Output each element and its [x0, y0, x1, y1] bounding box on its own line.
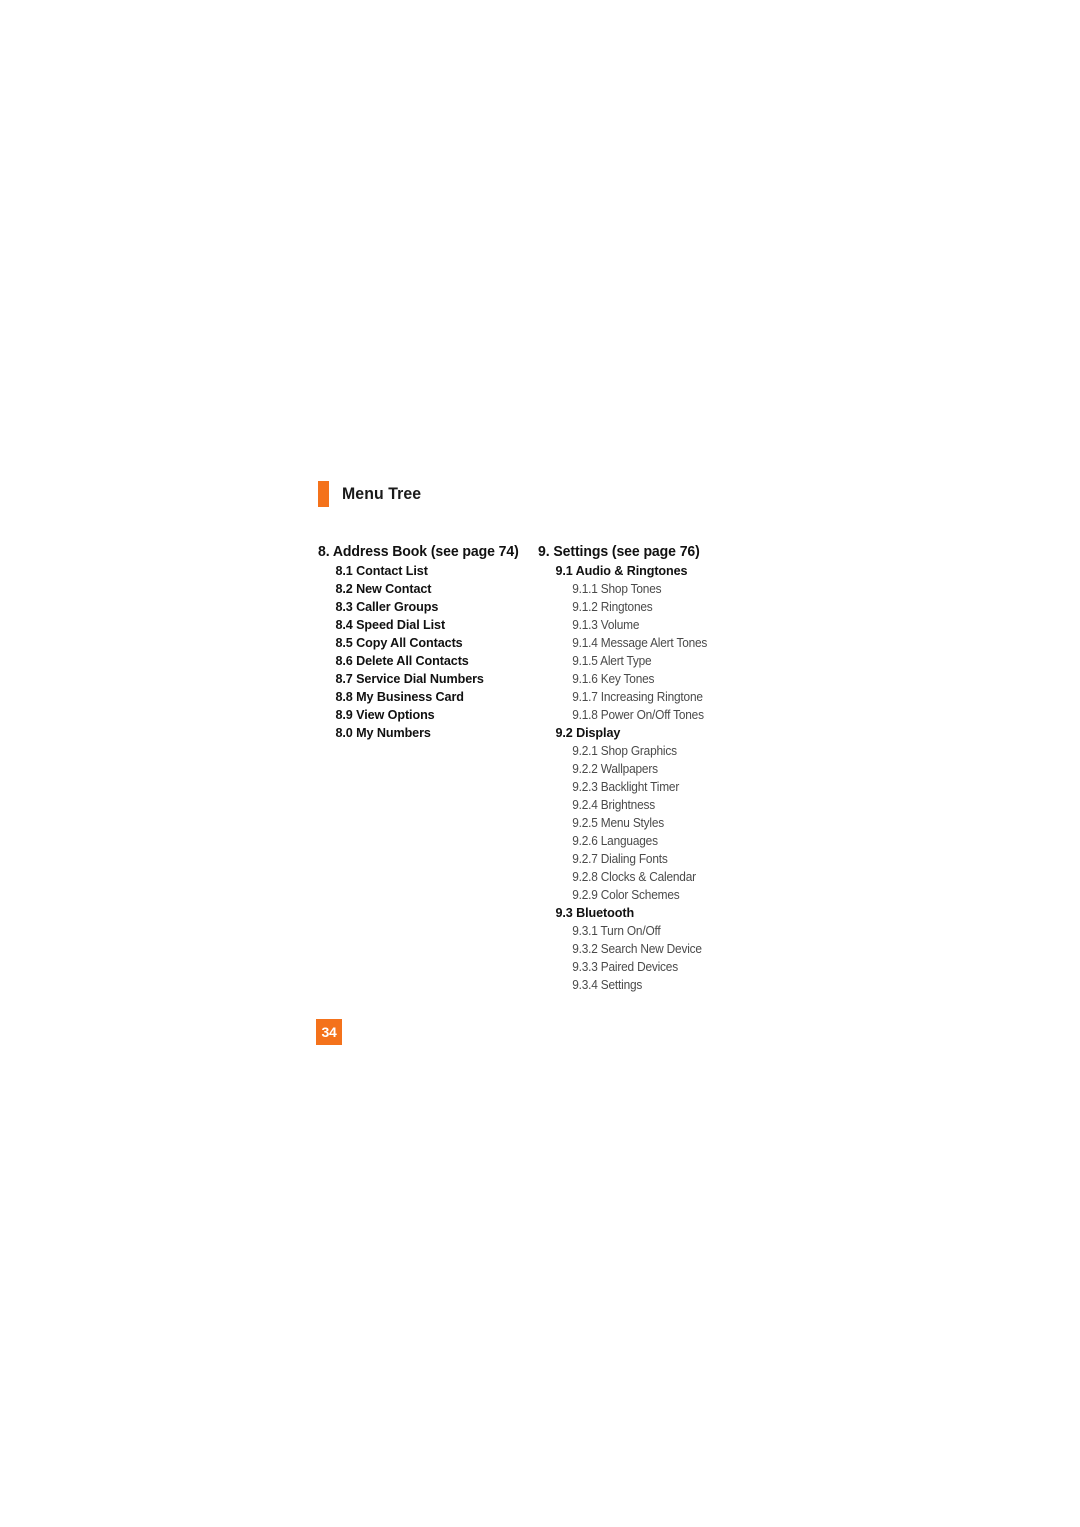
- menu-tree-item: 8.9 View Options: [335, 707, 435, 722]
- menu-tree-item: 9.3 Bluetooth: [555, 905, 635, 920]
- menu-tree-column-settings: 9. Settings (see page 76) 9.1 Audio & Ri…: [538, 543, 838, 994]
- menu-tree-item: 9.3.3 Paired Devices: [572, 960, 678, 974]
- menu-tree-item: 9.2.3 Backlight Timer: [572, 780, 680, 794]
- menu-tree-list-right: 9.1 Audio & Ringtones 9.1.1 Shop Tones 9.1…: [538, 562, 838, 994]
- menu-tree-item: 9.3.2 Search New Device: [572, 942, 702, 956]
- menu-tree-item: 9.1.5 Alert Type: [572, 654, 652, 668]
- menu-tree-item: 9.2.1 Shop Graphics: [572, 744, 677, 758]
- menu-tree-item: 8.0 My Numbers: [335, 725, 431, 740]
- page-number-badge: 34: [316, 1019, 342, 1045]
- menu-tree-item: 8.7 Service Dial Numbers: [335, 671, 484, 686]
- section-header: Menu Tree: [318, 481, 425, 507]
- menu-tree-item: 8.4 Speed Dial List: [335, 617, 446, 632]
- menu-tree-item: 9.2.9 Color Schemes: [572, 888, 680, 902]
- menu-tree-item: 9.1 Audio & Ringtones: [555, 563, 688, 578]
- menu-tree-item: 8.6 Delete All Contacts: [335, 653, 469, 668]
- menu-tree-item: 9.2 Display: [555, 725, 621, 740]
- menu-tree-column-address-book: 8. Address Book (see page 74) 8.1 Contac…: [318, 543, 533, 742]
- menu-tree-item: 9.1.2 Ringtones: [572, 600, 653, 614]
- menu-tree-item: 9.1.8 Power On/Off Tones: [572, 708, 704, 722]
- menu-section-heading: 9. Settings (see page 76): [538, 544, 700, 560]
- menu-tree-item: 8.5 Copy All Contacts: [335, 635, 463, 650]
- menu-tree-item: 9.2.5 Menu Styles: [572, 816, 665, 830]
- menu-tree-item: 8.3 Caller Groups: [335, 599, 439, 614]
- menu-tree-item: 9.2.6 Languages: [572, 834, 658, 848]
- menu-tree-item: 8.2 New Contact: [335, 581, 432, 596]
- menu-tree-item: 9.3.4 Settings: [572, 978, 643, 992]
- menu-tree-item: 9.2.4 Brightness: [572, 798, 655, 812]
- menu-tree-item: 9.1.4 Message Alert Tones: [572, 636, 708, 650]
- menu-tree-item: 9.2.7 Dialing Fonts: [572, 852, 668, 866]
- menu-tree-list-left: 8.1 Contact List 8.2 New Contact 8.3 Calle…: [318, 562, 533, 742]
- menu-tree-item: 9.2.8 Clocks & Calendar: [572, 870, 696, 884]
- menu-tree-item: 9.1.3 Volume: [572, 618, 640, 632]
- menu-tree-item: 8.8 My Business Card: [335, 689, 464, 704]
- menu-tree-item: 8.1 Contact List: [335, 563, 428, 578]
- manual-page: Menu Tree 8. Address Book (see page 74) …: [0, 0, 1080, 1527]
- menu-section-heading: 8. Address Book (see page 74): [318, 544, 519, 560]
- page-title: Menu Tree: [342, 484, 422, 503]
- menu-tree-item: 9.1.7 Increasing Ringtone: [572, 690, 703, 704]
- menu-tree-item: 9.1.1 Shop Tones: [572, 582, 662, 596]
- menu-tree-item: 9.1.6 Key Tones: [572, 672, 655, 686]
- orange-bar-icon: [318, 481, 329, 507]
- menu-tree-item: 9.2.2 Wallpapers: [572, 762, 658, 776]
- menu-tree-item: 9.3.1 Turn On/Off: [572, 924, 661, 938]
